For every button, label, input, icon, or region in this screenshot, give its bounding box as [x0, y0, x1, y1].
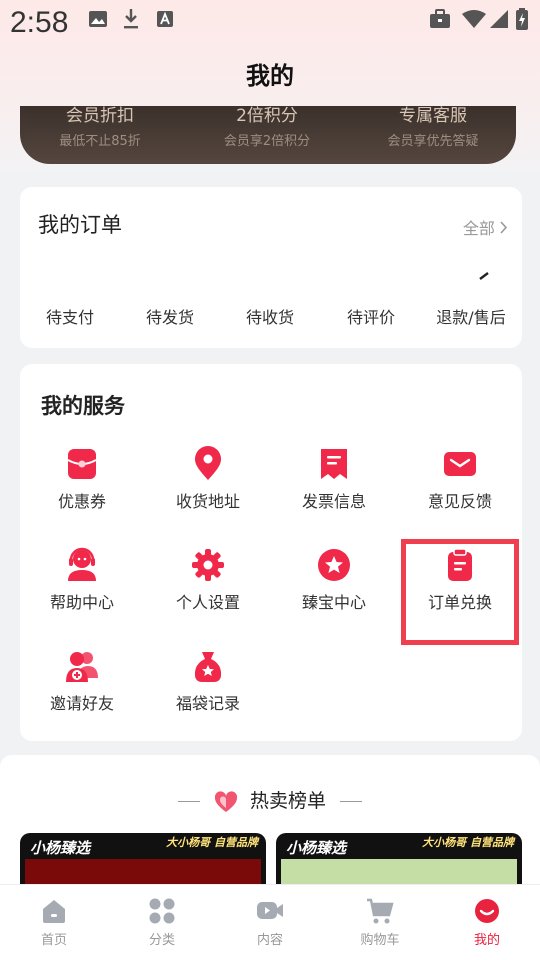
service-label: 福袋记录 — [175, 694, 240, 713]
service-label: 优惠券 — [57, 492, 106, 511]
vip-benefit-subtitle: 会员享2倍积分 — [223, 134, 311, 149]
orders-view-all-link[interactable]: 全部 — [463, 215, 508, 239]
wifi-icon — [462, 10, 486, 28]
refund-mark-icon — [479, 272, 489, 280]
service-label: 臻宝中心 — [301, 593, 366, 612]
vip-benefit-title: 2倍积分 — [236, 106, 298, 126]
page-title: 我的 — [246, 62, 294, 90]
tab-content[interactable]: 内容 — [230, 897, 310, 948]
service-address[interactable]: 收货地址 — [148, 446, 268, 512]
product-brand: 小杨臻选 — [30, 839, 91, 857]
status-time: 2:58 — [10, 6, 69, 39]
tab-label: 我的 — [473, 933, 500, 948]
hot-list-header: 热卖榜单 — [0, 786, 540, 813]
envelope-icon — [444, 452, 476, 476]
highlight-box — [401, 539, 519, 645]
tab-cart[interactable]: 购物车 — [340, 897, 420, 948]
briefcase-icon — [430, 9, 450, 28]
vip-benefits-banner[interactable]: 会员折扣 最低不止85折 2倍积分 会员享2倍积分 专属客服 会员享优先答疑 — [20, 106, 516, 164]
order-status-refund-aftersale[interactable]: 退款/售后 — [421, 304, 521, 328]
service-feedback[interactable]: 意见反馈 — [400, 446, 520, 512]
vip-benefit-title: 专属客服 — [399, 106, 467, 126]
service-invite-friends[interactable]: 邀请好友 — [22, 648, 142, 714]
gear-icon — [192, 549, 224, 581]
service-label: 帮助中心 — [49, 593, 114, 612]
orders-title: 我的订单 — [38, 213, 122, 237]
service-label: 邀请好友 — [49, 694, 114, 713]
product-tag: 大小杨哥 自营品牌 — [166, 836, 258, 849]
my-services-card: 我的服务 优惠券 收货地址 发票信息 意见反馈 帮助中心 个人设置 臻宝中心 订… — [20, 364, 522, 741]
keyboard-a-icon — [157, 11, 173, 27]
service-label: 意见反馈 — [427, 492, 492, 511]
vip-benefit-subtitle: 最低不止85折 — [59, 134, 141, 149]
home-icon — [43, 900, 65, 923]
tab-home[interactable]: 首页 — [14, 897, 94, 948]
vip-benefit-subtitle: 会员享优先答疑 — [387, 134, 479, 149]
orders-view-all-label: 全部 — [462, 219, 495, 238]
tab-label: 购物车 — [360, 933, 400, 948]
vip-benefit-title: 会员折扣 — [66, 106, 134, 126]
star-badge-icon — [318, 549, 350, 581]
bottom-tab-bar: 首页 分类 内容 购物车 我的 — [0, 884, 540, 960]
battery-icon — [516, 8, 528, 30]
tab-category[interactable]: 分类 — [122, 897, 202, 948]
order-status-pending-payment[interactable]: 待支付 — [20, 304, 120, 328]
service-label: 发票信息 — [301, 492, 366, 511]
service-personal-settings[interactable]: 个人设置 — [148, 547, 268, 613]
service-label: 个人设置 — [175, 593, 240, 612]
my-orders-card: 我的订单 全部 待支付 待发货 待收货 待评价 退款/售后 — [20, 187, 522, 348]
coupon-icon — [67, 449, 97, 479]
video-icon — [257, 902, 283, 919]
service-help-center[interactable]: 帮助中心 — [22, 547, 142, 613]
product-tag: 大小杨哥 自营品牌 — [422, 836, 514, 849]
lucky-bag-icon — [194, 652, 222, 682]
headset-icon — [68, 547, 96, 581]
order-status-pending-shipment[interactable]: 待发货 — [120, 304, 220, 328]
location-pin-icon — [195, 446, 221, 480]
service-treasure-center[interactable]: 臻宝中心 — [274, 547, 394, 613]
tab-label: 内容 — [256, 933, 283, 948]
service-invoice[interactable]: 发票信息 — [274, 446, 394, 512]
service-label: 收货地址 — [175, 492, 240, 511]
tab-label: 首页 — [40, 933, 67, 948]
gallery-icon — [89, 11, 107, 27]
chevron-right-icon — [500, 221, 508, 234]
invite-friends-icon — [66, 652, 98, 682]
heart-icon — [214, 790, 238, 812]
status-bar: 2:58 — [0, 0, 540, 46]
service-lucky-bag-record[interactable]: 福袋记录 — [148, 648, 268, 714]
invoice-icon — [321, 449, 347, 479]
download-icon — [124, 9, 138, 29]
order-status-pending-review[interactable]: 待评价 — [321, 304, 421, 328]
order-status-pending-receipt[interactable]: 待收货 — [220, 304, 320, 328]
services-title: 我的服务 — [41, 394, 125, 418]
cellular-signal-icon — [490, 10, 508, 28]
category-grid-icon — [149, 898, 175, 924]
profile-icon — [475, 899, 499, 923]
vip-benefit-service: 专属客服 会员享优先答疑 — [358, 106, 508, 149]
product-brand: 小杨臻选 — [286, 839, 347, 857]
vip-benefit-discount: 会员折扣 最低不止85折 — [25, 106, 175, 149]
hot-list-title: 热卖榜单 — [250, 790, 327, 812]
cart-icon — [367, 898, 394, 924]
tab-label: 分类 — [148, 933, 175, 948]
tab-mine[interactable]: 我的 — [447, 897, 527, 948]
vip-benefit-points: 2倍积分 会员享2倍积分 — [192, 106, 342, 149]
service-coupon[interactable]: 优惠券 — [22, 446, 142, 512]
